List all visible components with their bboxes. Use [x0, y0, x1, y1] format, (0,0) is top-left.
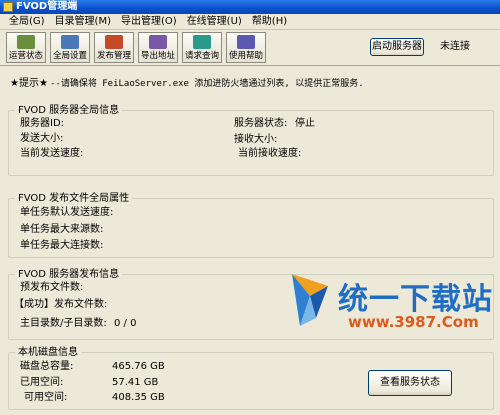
publish-icon: [105, 35, 123, 49]
query-icon: [193, 35, 211, 49]
publish-info-title: FVOD 服务器发布信息: [15, 269, 123, 281]
settings-icon: [61, 35, 79, 49]
view-service-status-button[interactable]: 查看服务状态: [368, 370, 452, 396]
tool-label: 导出地址: [140, 51, 175, 61]
export-icon: [149, 35, 167, 49]
tool-export-button[interactable]: 导出地址: [138, 32, 178, 63]
menu-online[interactable]: 在线管理(U): [182, 14, 247, 29]
success-files-label: 【成功】发布文件数:: [14, 299, 108, 310]
max-connections-label: 单任务最大连接数:: [20, 240, 104, 251]
tip-prefix: ★提示★: [10, 78, 48, 89]
tool-query-button[interactable]: 请求查询: [182, 32, 222, 63]
dirs-value: 0 / 0: [114, 318, 137, 329]
status-icon: [17, 35, 35, 49]
disk-free-value: 408.35 GB: [112, 392, 165, 403]
tool-publish-button[interactable]: 发布管理: [94, 32, 134, 63]
dirs-label: 主目录数/子目录数:: [20, 318, 107, 329]
send-size-label: 发送大小:: [20, 133, 64, 144]
tool-status-button[interactable]: 运营状态: [6, 32, 46, 63]
tool-label: 发布管理: [96, 51, 131, 61]
connection-status: 未连接: [440, 41, 470, 52]
start-server-button[interactable]: 启动服务器: [370, 38, 424, 56]
server-id-label: 服务器ID:: [20, 118, 65, 129]
publish-props-title: FVOD 发布文件全局属性: [15, 193, 133, 205]
watermark-name: 统一下载站: [338, 282, 493, 317]
watermark: 统一下载站 www.3987.Com: [286, 266, 496, 336]
tool-settings-button[interactable]: 全局设置: [50, 32, 90, 63]
menu-help[interactable]: 帮助(H): [247, 14, 292, 29]
menu-bar: 全局(G) 目录管理(M) 导出管理(O) 在线管理(U) 帮助(H): [0, 14, 500, 30]
disk-info-title: 本机磁盘信息: [15, 347, 81, 359]
toolbar: 运营状态 全局设置 发布管理 导出地址 请求查询 使用帮助 启动服务器 未连接: [0, 30, 500, 66]
watermark-logo-icon: [292, 274, 328, 326]
tool-label: 全局设置: [52, 51, 87, 61]
window-title: FVOD管理端: [16, 1, 78, 12]
max-sources-label: 单任务最大来源数:: [20, 224, 104, 235]
app-icon: [3, 2, 13, 12]
pending-files-label: 预发布文件数:: [20, 282, 84, 293]
menu-export[interactable]: 导出管理(O): [116, 14, 182, 29]
tool-label: 请求查询: [184, 51, 219, 61]
tool-label: 使用帮助: [228, 51, 263, 61]
default-speed-label: 单任务默认发送速度:: [20, 207, 114, 218]
server-status-label: 服务器状态:: [234, 118, 288, 129]
recv-size-label: 接收大小:: [234, 134, 278, 145]
disk-total-label: 磁盘总容量:: [20, 361, 74, 372]
disk-free-label: 可用空间:: [24, 392, 68, 403]
server-info-title: FVOD 服务器全局信息: [15, 105, 123, 117]
server-status-value: 停止: [295, 118, 315, 129]
watermark-url: www.3987.Com: [348, 313, 479, 331]
tool-label: 运营状态: [8, 51, 43, 61]
help-icon: [237, 35, 255, 49]
disk-total-value: 465.76 GB: [112, 361, 165, 372]
disk-used-label: 已用空间:: [20, 377, 64, 388]
disk-used-value: 57.41 GB: [112, 377, 159, 388]
menu-global[interactable]: 全局(G): [4, 14, 50, 29]
tool-help-button[interactable]: 使用帮助: [226, 32, 266, 63]
send-speed-label: 当前发送速度:: [20, 148, 84, 159]
menu-directory[interactable]: 目录管理(M): [50, 14, 116, 29]
recv-speed-label: 当前接收速度:: [238, 148, 302, 159]
tip-text: --请确保将 FeiLaoServer.exe 添加进防火墙通过列表, 以提供正…: [50, 79, 364, 89]
title-bar: FVOD管理端: [0, 0, 500, 14]
